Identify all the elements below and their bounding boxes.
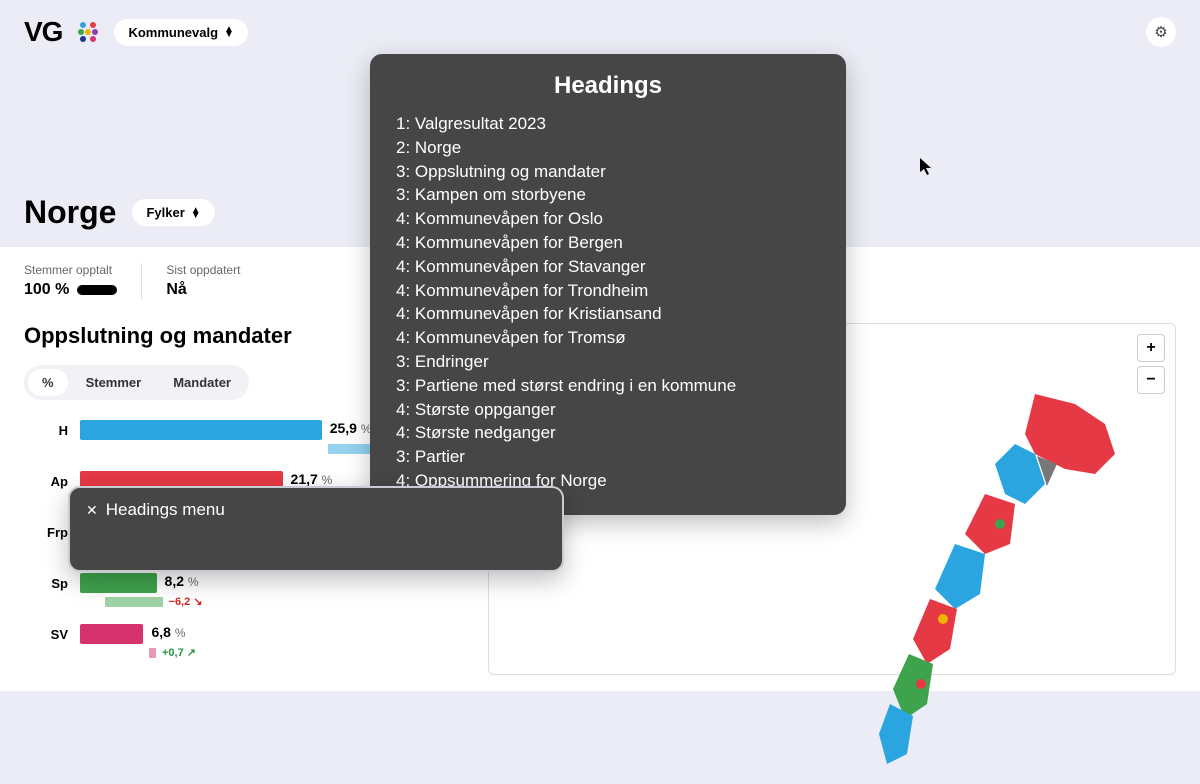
bar-area: 6,8 % +0,7 ↗ bbox=[80, 624, 464, 659]
norway-map-icon bbox=[835, 384, 1135, 784]
pct-label: 8,2 % bbox=[165, 573, 199, 589]
app-dots-icon bbox=[76, 20, 100, 44]
heading-item[interactable]: 3: Endringer bbox=[396, 350, 820, 374]
zoom-controls: + − bbox=[1137, 334, 1165, 394]
heading-item[interactable]: 3: Partiene med størst endring i en komm… bbox=[396, 374, 820, 398]
party-label: Sp bbox=[24, 573, 68, 591]
gear-icon: ⚙ bbox=[1154, 23, 1167, 41]
zoom-out-button[interactable]: − bbox=[1137, 366, 1165, 394]
heading-item[interactable]: 4: Kommunevåpen for Tromsø bbox=[396, 326, 820, 350]
stat-counted: Stemmer opptalt 100 % bbox=[24, 263, 117, 299]
change-label: −6,2 ↘ bbox=[169, 595, 203, 608]
change-bar bbox=[105, 597, 163, 607]
headings-overlay: Headings 1: Valgresultat 20232: Norge3: … bbox=[370, 54, 846, 515]
party-bar bbox=[80, 573, 157, 593]
tab-stemmer[interactable]: Stemmer bbox=[72, 369, 156, 396]
party-bar bbox=[80, 420, 322, 440]
heading-item[interactable]: 4: Kommunevåpen for Oslo bbox=[396, 207, 820, 231]
close-icon[interactable]: ✕ bbox=[86, 502, 98, 519]
header-left: VG Kommunevalg ▲▼ bbox=[24, 16, 248, 48]
heading-item[interactable]: 2: Norge bbox=[396, 136, 820, 160]
heading-item[interactable]: 3: Kampen om storbyene bbox=[396, 183, 820, 207]
result-tabs: %StemmerMandater bbox=[24, 365, 249, 400]
election-dropdown-label: Kommunevalg bbox=[128, 25, 218, 40]
heading-item[interactable]: 4: Kommunevåpen for Kristiansand bbox=[396, 302, 820, 326]
progress-pill bbox=[77, 285, 117, 295]
election-dropdown[interactable]: Kommunevalg ▲▼ bbox=[114, 19, 247, 46]
stat-updated-label: Sist oppdatert bbox=[166, 263, 240, 277]
bar-row-sv: SV 6,8 % +0,7 ↗ bbox=[24, 624, 464, 659]
bar-area: 8,2 % −6,2 ↘ bbox=[80, 573, 464, 608]
sort-icon: ▲▼ bbox=[191, 208, 201, 218]
heading-item[interactable]: 3: Partier bbox=[396, 445, 820, 469]
party-label: Frp bbox=[24, 522, 68, 540]
tab-mandater[interactable]: Mandater bbox=[159, 369, 245, 396]
cursor-icon bbox=[920, 158, 934, 179]
stat-counted-label: Stemmer opptalt bbox=[24, 263, 117, 277]
party-label: SV bbox=[24, 624, 68, 642]
heading-item[interactable]: 3: Oppslutning og mandater bbox=[396, 160, 820, 184]
change-bar bbox=[149, 648, 156, 658]
heading-item[interactable]: 1: Valgresultat 2023 bbox=[396, 112, 820, 136]
heading-item[interactable]: 4: Kommunevåpen for Trondheim bbox=[396, 279, 820, 303]
stat-updated: Sist oppdatert Nå bbox=[141, 263, 240, 299]
region-title: Norge bbox=[24, 194, 116, 231]
party-bar bbox=[80, 624, 143, 644]
stat-counted-number: 100 % bbox=[24, 281, 69, 299]
pct-label: 6,8 % bbox=[151, 624, 185, 640]
region-selector-label: Fylker bbox=[146, 205, 184, 220]
heading-item[interactable]: 4: Kommunevåpen for Stavanger bbox=[396, 255, 820, 279]
stat-counted-value: 100 % bbox=[24, 281, 117, 299]
headings-list: 1: Valgresultat 20232: Norge3: Oppslutni… bbox=[396, 112, 820, 493]
headings-overlay-title: Headings bbox=[396, 72, 820, 100]
change-label: +0,7 ↗ bbox=[162, 646, 196, 659]
party-label: Ap bbox=[24, 471, 68, 489]
zoom-in-button[interactable]: + bbox=[1137, 334, 1165, 362]
bar-row-sp: Sp 8,2 % −6,2 ↘ bbox=[24, 573, 464, 608]
headings-menu[interactable]: ✕ Headings menu bbox=[68, 486, 564, 572]
vg-logo: VG bbox=[24, 16, 62, 48]
party-label: H bbox=[24, 420, 68, 438]
pct-label: 21,7 % bbox=[291, 471, 333, 487]
stat-updated-value: Nå bbox=[166, 281, 240, 299]
headings-menu-label: Headings menu bbox=[106, 500, 225, 520]
pct-label: 25,9 % bbox=[330, 420, 372, 436]
heading-item[interactable]: 4: Største nedganger bbox=[396, 421, 820, 445]
tab-%[interactable]: % bbox=[28, 369, 68, 396]
heading-item[interactable]: 4: Største oppganger bbox=[396, 398, 820, 422]
bar-change-row: −6,2 ↘ bbox=[80, 595, 464, 608]
bar-change-row: +0,7 ↗ bbox=[80, 646, 464, 659]
sort-icon: ▲▼ bbox=[224, 27, 234, 37]
settings-button[interactable]: ⚙ bbox=[1146, 17, 1176, 47]
region-selector[interactable]: Fylker ▲▼ bbox=[132, 199, 214, 226]
heading-item[interactable]: 4: Kommunevåpen for Bergen bbox=[396, 231, 820, 255]
